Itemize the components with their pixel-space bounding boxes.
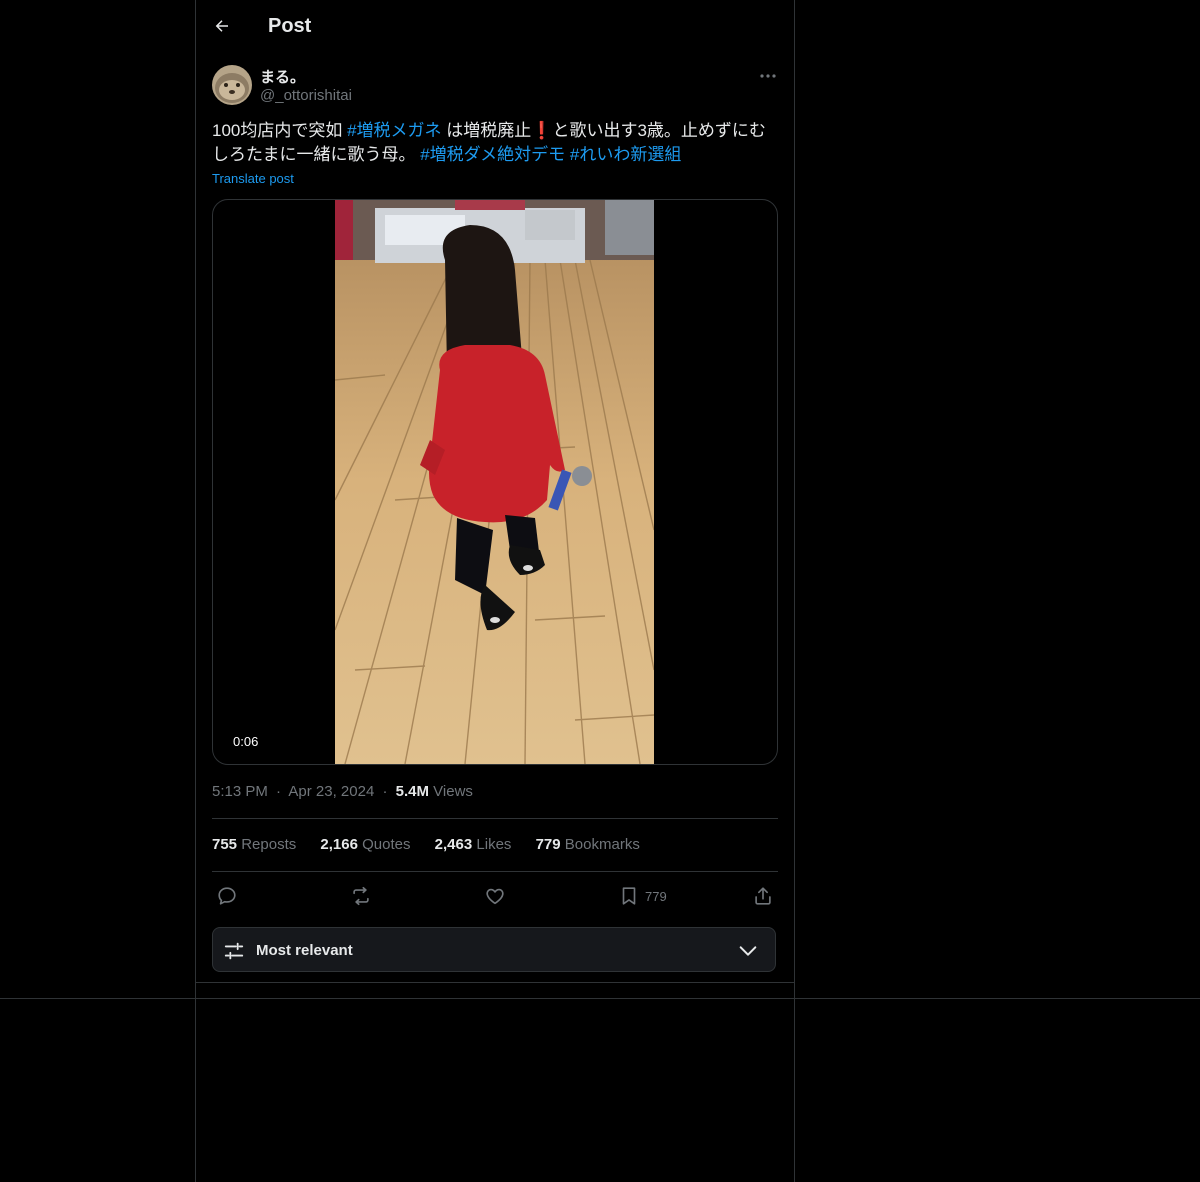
video-frame (335, 200, 654, 764)
avatar[interactable] (212, 65, 252, 105)
engagement-stats: 755 Reposts 2,166 Quotes 2,463 Likes 779… (212, 836, 660, 853)
post-column: Post まる。 @_ottorishitai 100均店内で突如 #増税メガネ… (196, 0, 794, 983)
back-button[interactable] (208, 12, 236, 40)
repost-icon (353, 886, 369, 906)
exclamation-emoji: ❗ (531, 121, 553, 140)
share-icon (755, 887, 771, 905)
post-header: Post (196, 0, 794, 53)
more-dots-icon (760, 74, 776, 78)
sort-label: Most relevant (256, 942, 353, 959)
stat-reposts[interactable]: 755 Reposts (212, 836, 296, 853)
stat-label: Reposts (241, 836, 297, 853)
bookmark-icon (622, 887, 636, 905)
divider (212, 818, 778, 819)
more-options-button[interactable] (756, 66, 780, 86)
bookmark-button[interactable]: 779 (618, 883, 667, 909)
stat-bookmarks[interactable]: 779 Bookmarks (536, 836, 640, 853)
meta-separator: · (276, 783, 282, 800)
tweet-text-segment: 100均店内で突如 (212, 121, 348, 140)
stat-label: Quotes (362, 836, 411, 853)
post-time[interactable]: 5:13 PM (212, 783, 268, 800)
hashtag-link[interactable]: #増税メガネ (347, 121, 441, 140)
hashtag-link[interactable]: #増税ダメ絶対デモ (420, 145, 565, 164)
reply-icon (218, 887, 236, 905)
author-name[interactable]: まる。 (260, 66, 305, 87)
chevron-down-icon (739, 946, 757, 956)
post-metadata: 5:13 PM · Apr 23, 2024 · 5.4M Views (212, 783, 473, 800)
page-title: Post (268, 15, 312, 37)
stat-label: Likes (476, 836, 512, 853)
views-count: 5.4M (395, 783, 429, 800)
reply-sort-dropdown[interactable]: Most relevant (212, 927, 776, 972)
stat-count: 755 (212, 836, 238, 853)
divider (212, 871, 778, 872)
meta-separator: · (382, 783, 388, 800)
video-player[interactable]: 0:06 (212, 199, 778, 765)
author-handle[interactable]: @_ottorishitai (260, 87, 352, 104)
post-date[interactable]: Apr 23, 2024 (288, 783, 374, 800)
stat-quotes[interactable]: 2,166 Quotes (320, 836, 410, 853)
views-label: Views (433, 783, 473, 800)
sliders-icon (224, 942, 244, 960)
stat-likes[interactable]: 2,463 Likes (435, 836, 512, 853)
share-button[interactable] (752, 883, 774, 909)
avatar-image (212, 65, 252, 105)
bottom-divider (0, 998, 1200, 999)
bookmark-count: 779 (645, 888, 667, 904)
translate-post-link[interactable]: Translate post (212, 171, 294, 186)
stat-label: Bookmarks (564, 836, 640, 853)
tweet-text: 100均店内で突如 #増税メガネ は増税廃止❗と歌い出す3歳。止めずにむしろたま… (212, 119, 778, 167)
video-duration: 0:06 (227, 732, 265, 751)
repost-button[interactable] (350, 883, 372, 909)
stat-count: 2,463 (434, 836, 473, 853)
tweet-text-segment: は増税廃止 (441, 121, 532, 140)
hashtag-link[interactable]: #れいわ新選組 (570, 145, 681, 164)
back-arrow-icon (215, 20, 228, 32)
heart-icon (486, 888, 504, 905)
stat-count: 2,166 (320, 836, 358, 853)
reply-button[interactable] (216, 883, 238, 909)
column-right-border (794, 0, 795, 1182)
stat-count: 779 (535, 836, 561, 853)
like-button[interactable] (484, 883, 506, 909)
